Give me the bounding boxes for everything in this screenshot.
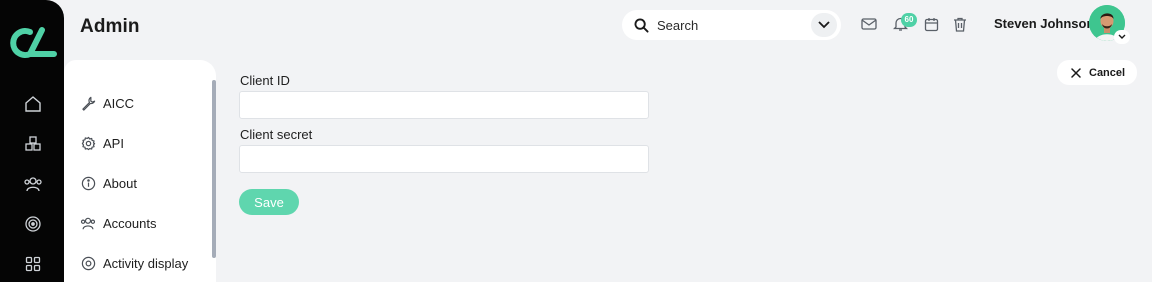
menu-item-activity-display[interactable]: Activity display (80, 252, 188, 274)
search-icon (634, 17, 649, 33)
save-button[interactable]: Save (239, 189, 299, 215)
trash-icon[interactable] (951, 15, 969, 33)
menu-item-label: Activity display (103, 255, 189, 271)
menu-item-accounts[interactable]: Accounts (80, 212, 156, 234)
chevron-down-icon (1118, 34, 1126, 39)
menu-item-label: AICC (103, 95, 135, 111)
scrollbar[interactable] (212, 80, 216, 258)
cancel-button[interactable]: Cancel (1057, 60, 1137, 85)
client-secret-label: Client secret (240, 127, 313, 142)
user-menu-chevron[interactable] (1114, 30, 1130, 44)
client-secret-field[interactable] (239, 145, 649, 173)
menu-item-label: About (103, 175, 137, 191)
page-title: Admin (80, 16, 140, 37)
user-name[interactable]: Steven Johnson (994, 16, 1094, 31)
logo[interactable] (8, 26, 58, 62)
eye-icon (80, 255, 96, 271)
menu-item-aicc[interactable]: AICC (80, 92, 134, 114)
search-input[interactable]: Search (657, 18, 698, 33)
client-id-field[interactable] (239, 91, 649, 119)
grid-icon[interactable] (22, 253, 44, 275)
calendar-icon[interactable] (922, 15, 940, 33)
search-dropdown-button[interactable] (811, 13, 837, 37)
menu-item-label: Accounts (103, 215, 157, 231)
cubes-icon[interactable] (22, 133, 44, 155)
search-box[interactable]: Search (622, 10, 841, 40)
users-icon (80, 215, 96, 231)
cancel-label: Cancel (1089, 66, 1126, 79)
menu-item-api[interactable]: API (80, 132, 124, 154)
menu-item-label: API (103, 135, 124, 151)
menu-item-about[interactable]: About (80, 172, 137, 194)
client-id-label: Client ID (240, 73, 290, 88)
notification-badge: 60 (901, 13, 917, 27)
chevron-down-icon (818, 21, 830, 29)
wrench-icon (80, 95, 96, 111)
info-icon (80, 175, 96, 191)
mail-icon[interactable] (860, 15, 878, 33)
sidebar-rail (0, 0, 64, 282)
close-icon (1071, 67, 1081, 78)
home-icon[interactable] (22, 93, 44, 115)
gear-icon (80, 135, 96, 151)
users-icon[interactable] (22, 173, 44, 195)
target-icon[interactable] (22, 213, 44, 235)
